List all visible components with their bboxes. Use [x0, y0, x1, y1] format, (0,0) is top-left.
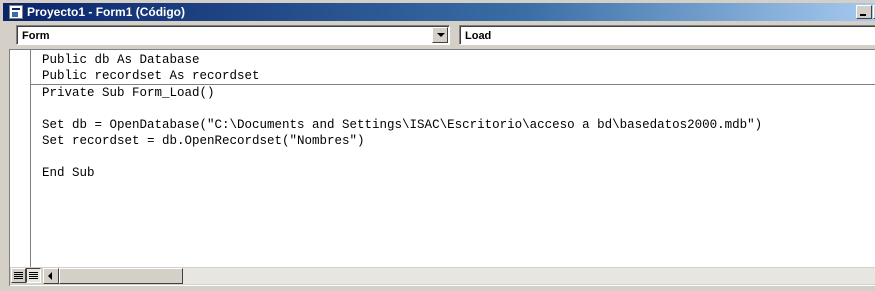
editor-bottom-bar: [10, 267, 875, 285]
code-line[interactable]: Public db As Database: [42, 53, 200, 68]
full-module-view-button[interactable]: [26, 268, 41, 283]
code-area[interactable]: Public db As Database Public recordset A…: [31, 50, 875, 267]
full-module-view-icon: [29, 272, 38, 273]
code-line[interactable]: Set db = OpenDatabase("C:\Documents and …: [42, 118, 762, 133]
object-combo[interactable]: Form: [16, 25, 450, 45]
code-editor[interactable]: Public db As Database Public recordset A…: [9, 49, 875, 286]
window-title: Proyecto1 - Form1 (Código): [27, 5, 186, 19]
vb-form-icon[interactable]: [9, 5, 23, 19]
code-window: Proyecto1 - Form1 (Código) Form Load Pub…: [0, 0, 875, 291]
procedure-view-button[interactable]: [11, 268, 26, 283]
scroll-left-button[interactable]: [43, 268, 59, 284]
procedure-combo-value: Load: [465, 30, 492, 42]
title-bar[interactable]: Proyecto1 - Form1 (Código): [3, 3, 875, 21]
procedure-separator: [31, 84, 875, 85]
code-line[interactable]: Public recordset As recordset: [42, 69, 260, 84]
margin-indicator-bar[interactable]: [10, 50, 31, 267]
object-dropdown-button[interactable]: [432, 27, 448, 43]
chevron-down-icon: [437, 33, 445, 37]
code-line[interactable]: End Sub: [42, 166, 95, 181]
horizontal-scrollbar[interactable]: [43, 268, 875, 284]
scroll-thumb[interactable]: [59, 268, 183, 284]
procedure-view-icon: [14, 272, 23, 273]
arrow-left-icon: [48, 272, 52, 280]
code-line[interactable]: Private Sub Form_Load(): [42, 86, 215, 101]
code-line[interactable]: Set recordset = db.OpenRecordset("Nombre…: [42, 134, 365, 149]
object-combo-value: Form: [22, 30, 50, 42]
procedure-combo[interactable]: Load: [459, 25, 875, 45]
minimize-button[interactable]: [856, 5, 872, 19]
